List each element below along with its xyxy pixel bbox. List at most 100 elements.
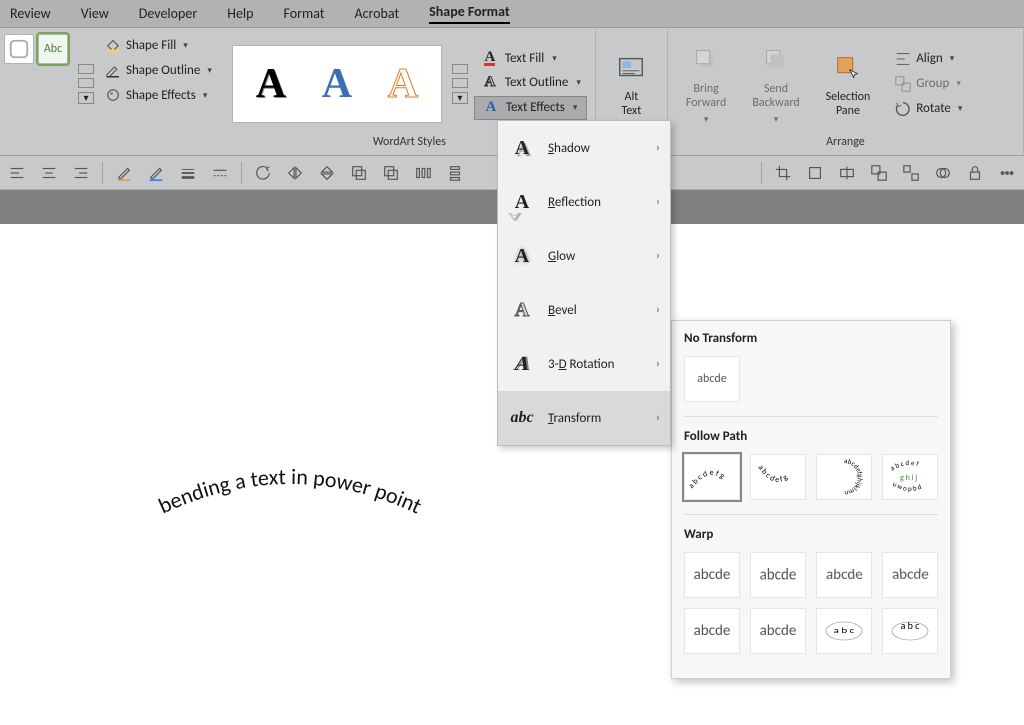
line-weight-icon[interactable]	[177, 162, 199, 184]
align-icon	[894, 50, 912, 68]
tab-view[interactable]: View	[81, 5, 109, 22]
send-backward-icon	[758, 42, 794, 78]
tab-strip: Review View Developer Help Format Acroba…	[0, 0, 1024, 28]
transform-button[interactable]: a b c d e fg h i ju w o p b d	[882, 454, 938, 500]
group-objects-icon[interactable]	[868, 162, 890, 184]
shape-style-item-selected[interactable]: Abc	[38, 34, 68, 64]
group-button[interactable]: Group	[890, 73, 966, 95]
warp-chevron-down[interactable]: abcde	[750, 608, 806, 654]
shape-fill-button[interactable]: Shape Fill	[100, 34, 216, 56]
svg-text:abcdefghijklmn: abcdefghijklmn	[844, 457, 865, 497]
text-effects-3d-rotation[interactable]: A 3-D Rotation ›	[498, 337, 670, 391]
align-objects-icon[interactable]	[836, 162, 858, 184]
pencil-icon	[104, 61, 122, 79]
transform-circle[interactable]: abcdefghijklmn	[816, 454, 872, 500]
chevron-right-icon: ›	[656, 141, 660, 155]
flip-v-icon[interactable]	[316, 162, 338, 184]
alt-text-button[interactable]: Alt Text	[603, 34, 659, 133]
shape-effects-button[interactable]: Shape Effects	[100, 84, 216, 106]
warp-ring-outside[interactable]: a b c	[882, 608, 938, 654]
tab-help[interactable]: Help	[227, 5, 253, 22]
align-right-icon[interactable]	[70, 162, 92, 184]
text-effects-shadow[interactable]: A Shadow ›	[498, 121, 670, 175]
bring-forward-button[interactable]: Bring Forward ▾	[676, 38, 736, 129]
tab-developer[interactable]: Developer	[139, 5, 197, 22]
bevel-icon: A	[508, 297, 536, 323]
warp-ring-inside[interactable]: a b c	[816, 608, 872, 654]
gallery-scroll[interactable]: ▾	[74, 34, 94, 133]
group-label: Group	[916, 76, 949, 91]
align-label: Align	[916, 51, 942, 66]
text-effects-glow[interactable]: A Glow ›	[498, 229, 670, 283]
tab-acrobat[interactable]: Acrobat	[354, 5, 399, 22]
flip-h-icon[interactable]	[284, 162, 306, 184]
text-effects-reflection[interactable]: AA Reflection ›	[498, 175, 670, 229]
divider	[684, 416, 938, 417]
rotate-label: Rotate	[916, 101, 951, 116]
warp-plain[interactable]: abcde	[684, 552, 740, 598]
text-effects-bevel[interactable]: A Bevel ›	[498, 283, 670, 337]
distribute-h-icon[interactable]	[412, 162, 434, 184]
transform-none[interactable]: abcde	[684, 356, 740, 402]
text-effects-button[interactable]: A Text Effects	[474, 96, 587, 120]
chevron-right-icon: ›	[656, 249, 660, 263]
shape-style-gallery[interactable]: Abc	[4, 34, 68, 133]
merge-icon[interactable]	[932, 162, 954, 184]
align-left-icon[interactable]	[6, 162, 28, 184]
tab-shape-format[interactable]: Shape Format	[429, 3, 510, 24]
dd-glow-label: low	[556, 249, 575, 264]
shadow-icon: A	[508, 135, 536, 161]
shape-outline-button[interactable]: Shape Outline	[100, 59, 216, 81]
rotate-left-icon[interactable]	[252, 162, 274, 184]
wordart-style-1[interactable]: A	[241, 54, 301, 114]
send-backward-button[interactable]: Send Backward ▾	[742, 38, 809, 129]
transform-arch-up[interactable]: a b c d e f g	[684, 454, 740, 500]
separator	[102, 162, 103, 184]
shape-style-item[interactable]	[4, 34, 34, 64]
shape-gallery-group: Abc ▾ Shape Fill Shape Outline Shape E	[0, 28, 224, 155]
warp-stop[interactable]: abcde	[750, 552, 806, 598]
gallery-expand-icon[interactable]: ▾	[452, 92, 468, 104]
warp-tri-down[interactable]: abcde	[882, 552, 938, 598]
curved-text-shape[interactable]: bending a text in power point	[100, 434, 480, 574]
transform-flyout: No Transform abcde Follow Path a b c d e…	[671, 320, 951, 679]
transform-arch-down[interactable]: a b c d e f g	[750, 454, 806, 500]
gallery-expand-icon[interactable]: ▾	[78, 92, 94, 104]
tab-format[interactable]: Format	[284, 5, 325, 22]
distribute-v-icon[interactable]	[444, 162, 466, 184]
wordart-gallery-scroll[interactable]: ▾	[448, 64, 468, 104]
text-outline-label: Text Outline	[505, 75, 568, 90]
crop-icon[interactable]	[772, 162, 794, 184]
ungroup-icon[interactable]	[900, 162, 922, 184]
order-back-icon[interactable]	[380, 162, 402, 184]
square-icon[interactable]	[804, 162, 826, 184]
svg-text:a b c: a b c	[901, 619, 921, 632]
warp-chevron-up[interactable]: abcde	[684, 608, 740, 654]
lock-icon[interactable]	[964, 162, 986, 184]
selection-pane-icon	[830, 50, 866, 86]
text-outline-button[interactable]: A Text Outline	[474, 72, 587, 94]
order-front-icon[interactable]	[348, 162, 370, 184]
pen-color-icon[interactable]	[113, 162, 135, 184]
transform-icon: abc	[508, 405, 536, 431]
align-center-icon[interactable]	[38, 162, 60, 184]
text-effects-label: Text Effects	[506, 100, 565, 115]
chevron-right-icon: ›	[656, 195, 660, 209]
pen-color-2-icon[interactable]	[145, 162, 167, 184]
warp-tri-up[interactable]: abcde	[816, 552, 872, 598]
warp-heading: Warp	[684, 527, 938, 542]
tab-review[interactable]: Review	[10, 5, 51, 22]
wordart-gallery[interactable]: A A A	[232, 45, 442, 123]
align-button[interactable]: Align	[890, 48, 966, 70]
more-icon[interactable]	[996, 162, 1018, 184]
bring-forward-icon	[688, 42, 724, 78]
selection-pane-button[interactable]: Selection Pane	[816, 46, 881, 122]
text-effects-transform[interactable]: abc Transform ›	[498, 391, 670, 445]
svg-text:a b c: a b c	[834, 626, 855, 636]
line-style-icon[interactable]	[209, 162, 231, 184]
rotate-button[interactable]: Rotate	[890, 98, 966, 120]
text-fill-button[interactable]: A Text Fill	[474, 48, 587, 70]
wordart-style-2[interactable]: A	[307, 54, 367, 114]
bucket-icon	[104, 36, 122, 54]
wordart-style-3[interactable]: A	[373, 54, 433, 114]
